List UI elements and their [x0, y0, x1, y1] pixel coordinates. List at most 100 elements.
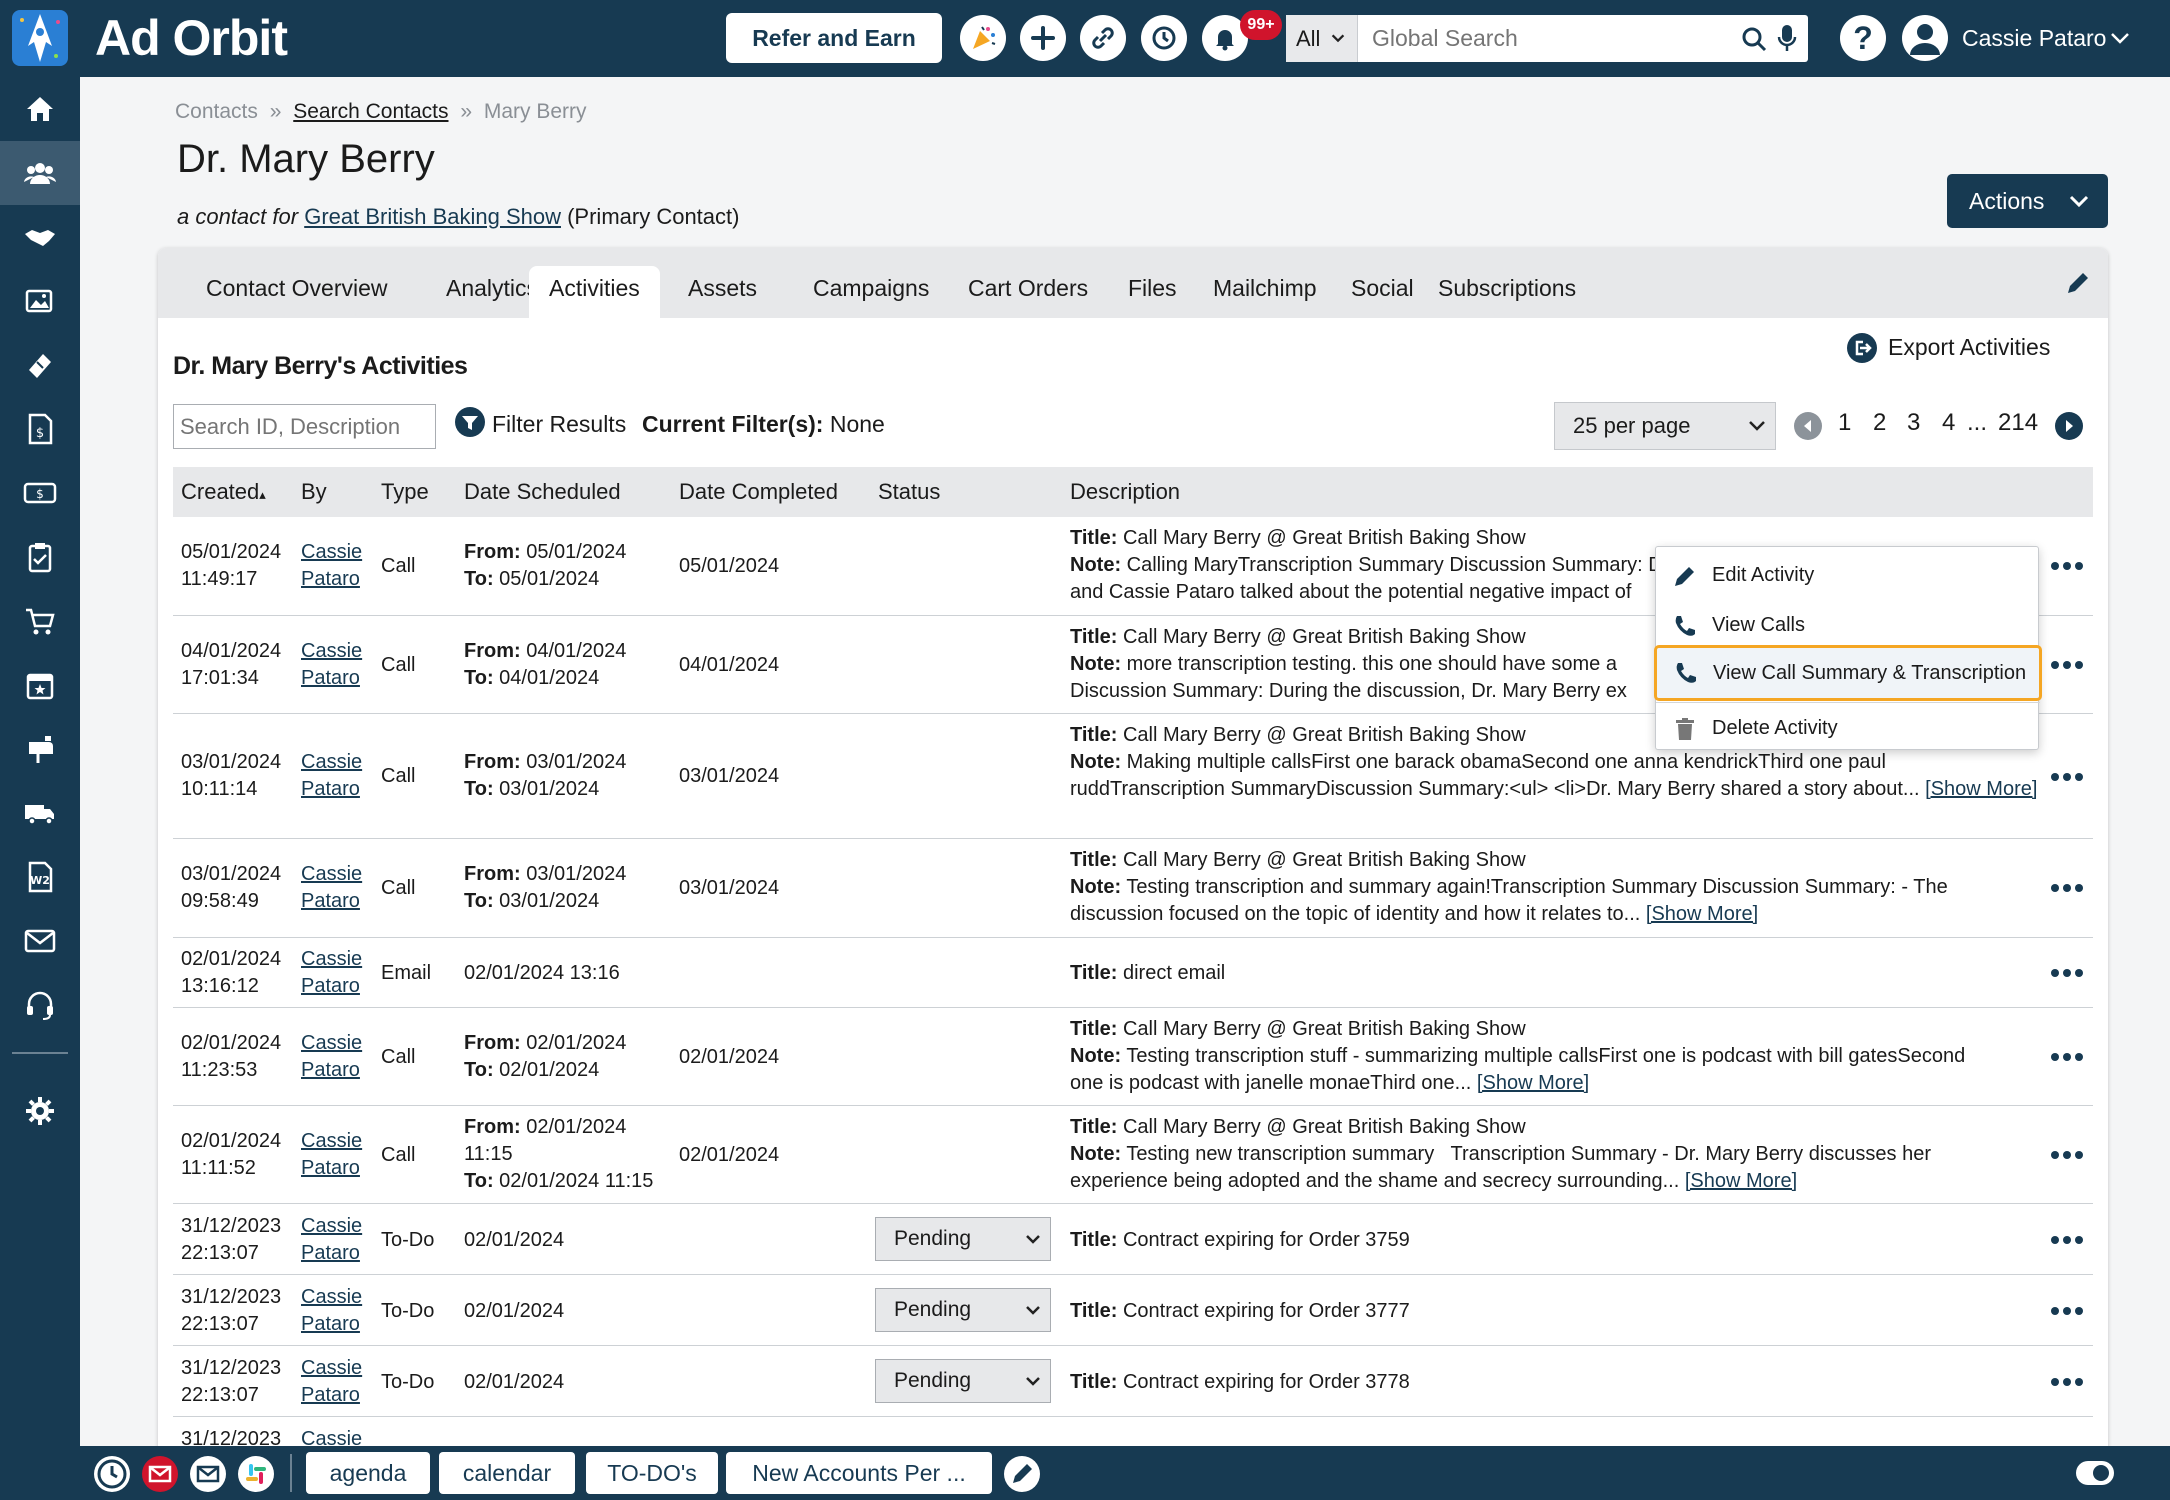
microphone-icon[interactable]	[1776, 23, 1798, 53]
user-link[interactable]: Cassie	[301, 640, 362, 662]
tab-contact-overview[interactable]: Contact Overview	[186, 266, 408, 318]
tab-subscriptions[interactable]: Subscriptions	[1418, 266, 1596, 318]
column-date-scheduled[interactable]: Date Scheduled	[464, 467, 621, 517]
user-link[interactable]: Cassie	[301, 1215, 362, 1237]
user-link[interactable]: Cassie	[301, 541, 362, 563]
page-1[interactable]: 1	[1838, 409, 1851, 437]
status-select[interactable]: Pending	[875, 1359, 1051, 1403]
status-select[interactable]: Pending	[875, 1217, 1051, 1261]
show-more-link[interactable]: [Show More]	[1477, 1072, 1589, 1094]
status-select[interactable]: Pending	[875, 1288, 1051, 1332]
bottom-tab-calendar[interactable]: calendar	[439, 1452, 575, 1494]
view-call-summary-menu-item[interactable]: View Call Summary & Transcription	[1654, 645, 2042, 701]
more-options-icon[interactable]	[2049, 658, 2085, 672]
more-options-icon[interactable]	[2049, 1148, 2085, 1162]
more-options-icon[interactable]	[2049, 559, 2085, 573]
bottom-tab-agenda[interactable]: agenda	[306, 1452, 430, 1494]
gear-icon[interactable]	[0, 1079, 80, 1143]
slack-icon[interactable]	[238, 1456, 274, 1492]
pencil-icon[interactable]	[2063, 268, 2093, 298]
add-icon[interactable]	[1020, 15, 1066, 61]
more-options-icon[interactable]	[2049, 770, 2085, 784]
more-options-icon[interactable]	[2049, 1375, 2085, 1389]
user-link[interactable]: Pataro	[301, 667, 360, 689]
edit-activity-menu-item[interactable]: Edit Activity	[1656, 551, 2040, 599]
previous-page-button[interactable]	[1794, 412, 1822, 440]
refer-and-earn-button[interactable]: Refer and Earn	[726, 13, 942, 63]
tab-assets[interactable]: Assets	[668, 266, 777, 318]
toggle-icon[interactable]	[2075, 1460, 2115, 1486]
user-link[interactable]: Pataro	[301, 1157, 360, 1179]
contacts-icon[interactable]	[0, 141, 80, 205]
clock-icon[interactable]	[94, 1456, 130, 1492]
show-more-link[interactable]: [Show More]	[1646, 903, 1758, 925]
activity-search-input[interactable]	[173, 404, 436, 449]
tab-campaigns[interactable]: Campaigns	[793, 266, 949, 318]
more-options-icon[interactable]	[2049, 966, 2085, 980]
user-link[interactable]: Pataro	[301, 778, 360, 800]
mail-alert-icon[interactable]	[142, 1456, 178, 1492]
user-link[interactable]: Cassie	[301, 1130, 362, 1152]
w2-icon[interactable]: W2	[0, 845, 80, 909]
show-more-link[interactable]: [Show More]	[1685, 1170, 1797, 1192]
user-link[interactable]: Cassie	[301, 1286, 362, 1308]
company-link[interactable]: Great British Baking Show	[304, 204, 561, 229]
home-icon[interactable]	[0, 77, 80, 141]
user-link[interactable]: Cassie	[301, 1032, 362, 1054]
column-type[interactable]: Type	[381, 467, 429, 517]
pencil-icon[interactable]	[1004, 1456, 1040, 1492]
search-icon[interactable]	[1740, 25, 1768, 53]
delete-activity-menu-item[interactable]: Delete Activity	[1656, 704, 2040, 752]
export-activities-button[interactable]: Export Activities	[1847, 333, 2050, 363]
handshake-icon[interactable]	[0, 205, 80, 269]
per-page-select[interactable]: 25 per page	[1554, 402, 1776, 450]
page-last[interactable]: 214	[1998, 409, 2038, 437]
more-options-icon[interactable]	[2049, 881, 2085, 895]
column-description[interactable]: Description	[1070, 467, 1180, 517]
chevron-down-icon[interactable]	[2108, 26, 2132, 50]
party-icon[interactable]	[960, 15, 1006, 61]
user-link[interactable]: Pataro	[301, 890, 360, 912]
billing-icon[interactable]: $	[0, 461, 80, 525]
user-link[interactable]: Pataro	[301, 1313, 360, 1335]
user-link[interactable]: Cassie	[301, 863, 362, 885]
column-date-completed[interactable]: Date Completed	[679, 467, 838, 517]
invoice-icon[interactable]: $	[0, 397, 80, 461]
tab-files[interactable]: Files	[1108, 266, 1197, 318]
cart-icon[interactable]	[0, 589, 80, 653]
column-created[interactable]: Created▴	[181, 467, 266, 517]
more-options-icon[interactable]	[2049, 1304, 2085, 1318]
headset-icon[interactable]	[0, 973, 80, 1037]
bottom-tab-new-accounts[interactable]: New Accounts Per ...	[726, 1452, 992, 1494]
next-page-button[interactable]	[2055, 412, 2083, 440]
history-icon[interactable]	[1141, 15, 1187, 61]
user-name[interactable]: Cassie Pataro	[1962, 15, 2106, 61]
tab-activities[interactable]: Activities	[529, 266, 660, 318]
user-link[interactable]: Pataro	[301, 975, 360, 997]
user-link[interactable]: Pataro	[301, 1242, 360, 1264]
mail-icon[interactable]	[0, 909, 80, 973]
show-more-link[interactable]: [Show More]	[1925, 778, 2037, 800]
filter-results-button[interactable]: Filter Results	[492, 411, 626, 438]
page-2[interactable]: 2	[1873, 409, 1886, 437]
search-scope-select[interactable]: All	[1286, 15, 1358, 62]
filter-icon[interactable]	[454, 406, 486, 438]
user-link[interactable]: Pataro	[301, 1384, 360, 1406]
more-options-icon[interactable]	[2049, 1233, 2085, 1247]
calendar-icon[interactable]	[0, 653, 80, 717]
user-link[interactable]: Cassie	[301, 1357, 362, 1379]
bottom-tab-todos[interactable]: TO-DO's	[586, 1452, 718, 1494]
user-link[interactable]: Cassie	[301, 948, 362, 970]
clipboard-icon[interactable]	[0, 525, 80, 589]
column-by[interactable]: By	[301, 467, 327, 517]
link-icon[interactable]	[1080, 15, 1126, 61]
help-icon[interactable]: ?	[1840, 15, 1886, 61]
tab-mailchimp[interactable]: Mailchimp	[1193, 266, 1337, 318]
view-calls-menu-item[interactable]: View Calls	[1656, 601, 2040, 649]
page-3[interactable]: 3	[1907, 409, 1920, 437]
column-status[interactable]: Status	[878, 467, 940, 517]
breadcrumb-root[interactable]: Contacts	[175, 100, 258, 123]
actions-button[interactable]: Actions	[1947, 174, 2108, 228]
user-link[interactable]: Cassie	[301, 751, 362, 773]
rocket-logo-icon[interactable]	[8, 6, 72, 70]
